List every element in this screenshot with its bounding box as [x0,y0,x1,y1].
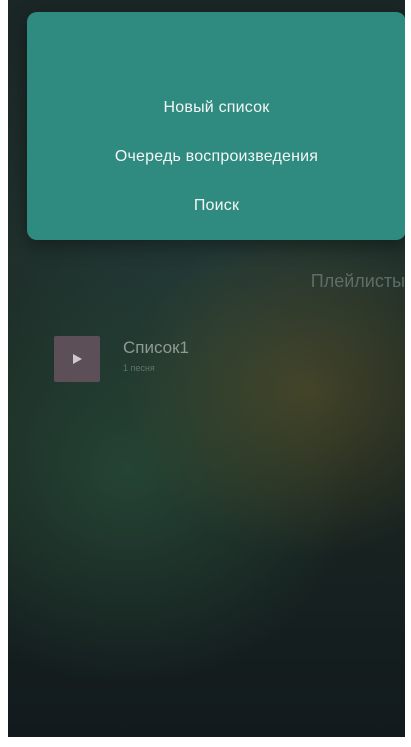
playlist-thumbnail [54,336,100,382]
playlist-song-count: 1 песня [123,363,155,373]
menu-item-new-list[interactable]: Новый список [27,99,405,117]
playlists-section-title: Плейлисты [310,271,405,291]
app-screen: Новый список Очередь воспроизведения Пои… [8,0,405,737]
menu-item-search[interactable]: Поиск [27,197,405,215]
menu-item-play-queue[interactable]: Очередь воспроизведения [27,148,405,166]
play-icon [73,354,82,364]
playlist-item[interactable]: Список1 1 песня [54,336,384,382]
playlist-title: Список1 [123,338,190,357]
overflow-menu: Новый список Очередь воспроизведения Пои… [27,12,405,240]
